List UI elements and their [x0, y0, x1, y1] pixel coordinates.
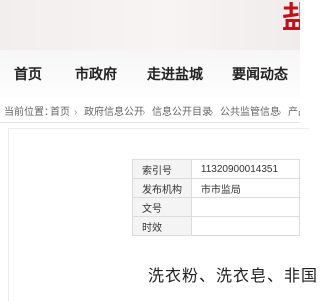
breadcrumb: 当前位置： 首页 › 政府信息公开 › 信息公开目录 › 公共监管信息 › 产品	[0, 104, 300, 123]
meta-row-validity: 时效	[132, 216, 301, 236]
meta-label: 时效	[132, 216, 192, 236]
meta-value	[190, 197, 301, 217]
meta-row-doc-number: 文号	[132, 197, 301, 217]
meta-label: 文号	[132, 197, 192, 217]
breadcrumb-separator: ›	[278, 107, 282, 118]
document-meta-table: 索引号 11320900014351 发布机构 市市监局 文号 时效	[132, 159, 301, 236]
nav-item-about-yancheng[interactable]: 走进盐城	[147, 50, 203, 98]
main-nav: 首页 市政府 走进盐城 要闻动态	[0, 50, 300, 98]
breadcrumb-item-home[interactable]: 首页	[50, 104, 70, 122]
meta-row-index: 索引号 11320900014351	[132, 159, 301, 179]
nav-item-city-government[interactable]: 市政府	[75, 50, 117, 98]
meta-value	[190, 216, 301, 236]
nav-item-news[interactable]: 要闻动态	[232, 50, 288, 98]
document-title: 洗衣粉、洗衣皂、非国	[148, 266, 319, 285]
meta-row-publisher: 发布机构 市市监局	[132, 178, 301, 198]
site-logo-text: 盐	[282, 1, 300, 36]
breadcrumb-separator: ›	[74, 107, 78, 118]
breadcrumb-prefix: 当前位置：	[4, 107, 54, 118]
meta-label: 发布机构	[132, 178, 192, 198]
breadcrumb-item-catalog[interactable]: 信息公开目录	[152, 104, 212, 122]
meta-value: 11320900014351	[190, 159, 301, 179]
meta-value: 市市监局	[190, 178, 301, 198]
breadcrumb-separator: ›	[210, 107, 214, 118]
site-banner: 盐	[0, 0, 300, 50]
breadcrumb-item-gov-info[interactable]: 政府信息公开	[84, 104, 144, 122]
breadcrumb-separator: ›	[142, 107, 146, 118]
breadcrumb-item-products[interactable]: 产品	[288, 104, 300, 122]
breadcrumb-item-supervision[interactable]: 公共监管信息	[220, 104, 280, 122]
nav-item-home[interactable]: 首页	[14, 50, 42, 98]
meta-label: 索引号	[132, 159, 192, 179]
